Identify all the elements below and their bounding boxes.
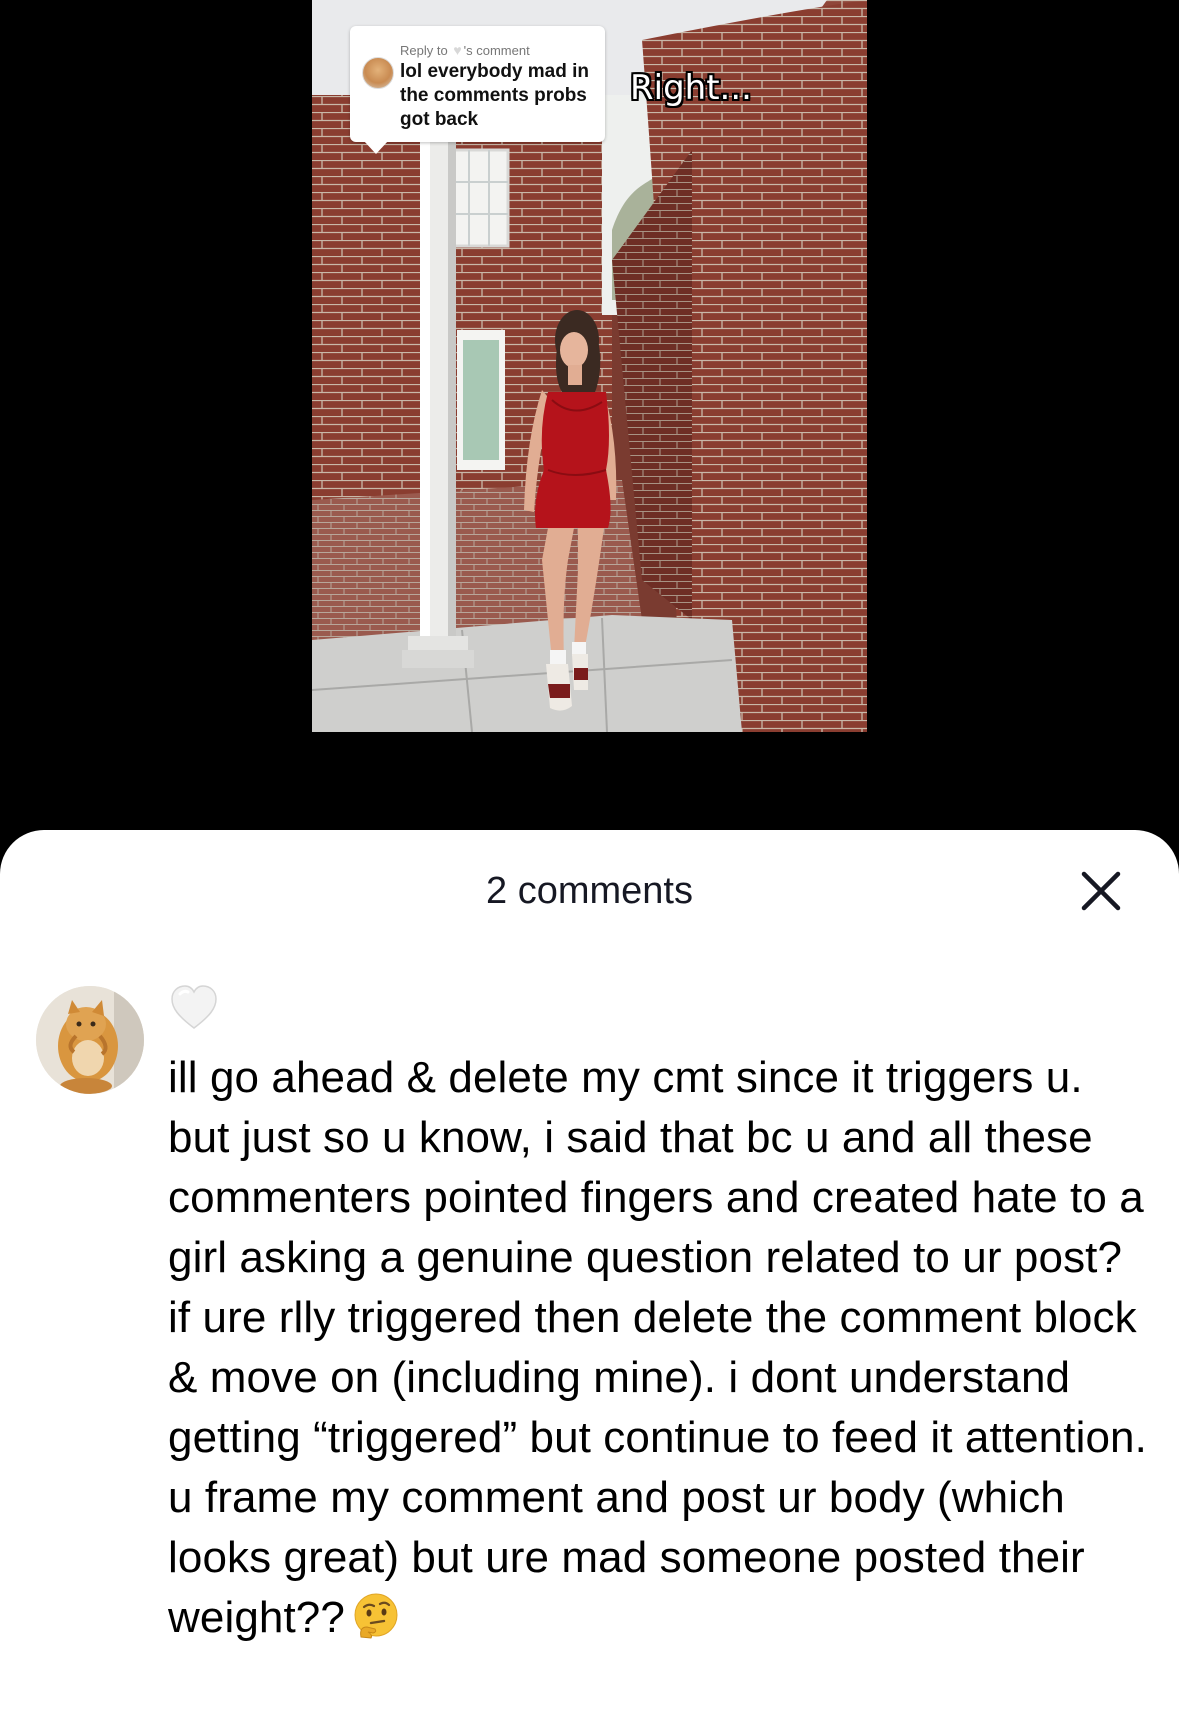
- comment-body-text: ill go ahead & delete my cmt since it tr…: [168, 1053, 1147, 1642]
- reply-comment-text: lol everybody mad in the comments probs …: [400, 61, 589, 130]
- reply-header: Reply to ♥'s comment: [400, 42, 530, 58]
- comment-username[interactable]: [168, 982, 220, 1034]
- close-icon: [1081, 871, 1121, 911]
- comments-count-title: 2 comments: [486, 870, 693, 912]
- video-text-overlay: Right...: [630, 68, 752, 108]
- reply-header-prefix: Reply to: [400, 43, 448, 58]
- comment-text: ill go ahead & delete my cmt since it tr…: [168, 1048, 1148, 1648]
- white-heart-icon: [171, 985, 217, 1029]
- reply-commenter-avatar: [362, 57, 394, 89]
- commenter-avatar[interactable]: [36, 986, 144, 1094]
- reply-header-suffix: 's comment: [463, 43, 530, 58]
- thinking-face-emoji: [354, 1593, 398, 1639]
- reply-to-comment-bubble[interactable]: Reply to ♥'s comment lol everybody mad i…: [350, 26, 605, 154]
- white-heart-icon: ♥: [453, 42, 462, 58]
- close-button[interactable]: [1076, 866, 1126, 916]
- cat-avatar-image: [36, 986, 144, 1094]
- video-player[interactable]: Reply to ♥'s comment lol everybody mad i…: [0, 0, 1179, 830]
- comments-panel: 2 comments ill go ahead & delete my cmt …: [0, 830, 1179, 1730]
